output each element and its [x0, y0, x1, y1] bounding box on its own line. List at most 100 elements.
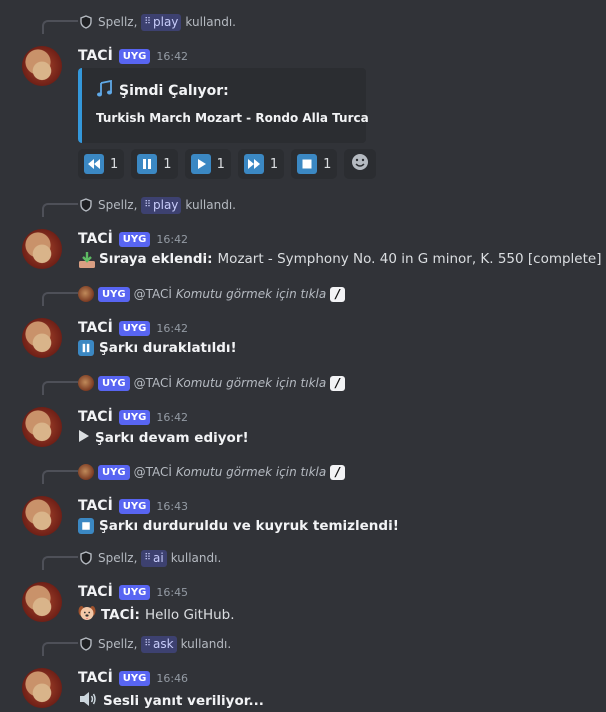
- rewind-icon: [84, 154, 104, 174]
- app-badge: UYG: [118, 498, 151, 514]
- command-reference[interactable]: Spellz, ⠿ play kullandı.: [78, 195, 236, 215]
- status-text: Şarkı durduruldu ve kuyruk temizlendi!: [99, 518, 399, 534]
- app-badge: UYG: [118, 584, 151, 600]
- pause-button[interactable]: 1: [131, 149, 178, 179]
- mention[interactable]: @TACİ: [134, 376, 172, 390]
- slash-command-icon: ⠿: [144, 553, 151, 563]
- add-reaction-button[interactable]: [344, 149, 377, 179]
- rewind-button[interactable]: 1: [78, 149, 125, 179]
- mention[interactable]: @TACİ: [134, 287, 172, 301]
- play-icon: [78, 429, 90, 447]
- command-reference[interactable]: UYG @TACİ Komutu görmek için tıkla /: [78, 284, 346, 304]
- reaction-count: 1: [110, 156, 119, 172]
- app-badge: UYG: [118, 231, 151, 247]
- command-invoker[interactable]: Spellz,: [98, 637, 137, 651]
- status-text: Şarkı devam ediyor!: [95, 430, 249, 446]
- stop-icon: [297, 154, 318, 174]
- username[interactable]: TACİ: [78, 670, 113, 686]
- timestamp[interactable]: 16:43: [156, 500, 188, 513]
- username[interactable]: TACİ: [78, 48, 113, 64]
- reply-connector: [42, 20, 78, 34]
- shield-icon: [78, 197, 94, 213]
- command-name[interactable]: ⠿ ask: [141, 635, 177, 653]
- command-reference[interactable]: Spellz, ⠿ play kullandı.: [78, 12, 236, 32]
- avatar[interactable]: [22, 46, 62, 86]
- avatar[interactable]: [22, 496, 62, 536]
- reply-connector: [42, 470, 78, 484]
- timestamp[interactable]: 16:45: [156, 586, 188, 599]
- avatar[interactable]: [22, 582, 62, 622]
- message-content: Sesli yanıt veriliyor...: [78, 690, 264, 712]
- ai-response: Hello GitHub.: [144, 607, 235, 623]
- username[interactable]: TACİ: [78, 584, 113, 600]
- pause-icon: [78, 340, 94, 356]
- fast-forward-icon: [243, 154, 264, 174]
- slash-command-icon: ⠿: [144, 200, 151, 210]
- music-notes-icon: [96, 79, 114, 102]
- app-badge: UYG: [118, 409, 151, 425]
- message-content: Şarkı devam ediyor!: [78, 429, 249, 447]
- username[interactable]: TACİ: [78, 320, 113, 336]
- timestamp[interactable]: 16:42: [156, 233, 188, 246]
- slash-command-icon: /: [330, 375, 346, 391]
- command-used-text: kullandı.: [180, 637, 232, 651]
- avatar[interactable]: [22, 668, 62, 708]
- app-badge: UYG: [98, 464, 130, 480]
- stop-button[interactable]: 1: [291, 149, 338, 179]
- fast-forward-button[interactable]: 1: [237, 149, 285, 179]
- command-used-text: kullandı.: [185, 15, 236, 29]
- message-content: Şarkı duraklatıldı!: [78, 340, 237, 356]
- timestamp[interactable]: 16:42: [156, 50, 188, 63]
- view-command-hint[interactable]: Komutu görmek için tıkla: [176, 287, 326, 301]
- app-badge: UYG: [118, 320, 151, 336]
- command-invoker[interactable]: Spellz,: [98, 15, 137, 29]
- pause-icon: [137, 154, 158, 174]
- reply-connector: [42, 203, 78, 217]
- message-content: Şarkı durduruldu ve kuyruk temizlendi!: [78, 518, 399, 534]
- status-text: Şarkı duraklatıldı!: [99, 340, 237, 356]
- reaction-count: 1: [163, 156, 172, 172]
- avatar[interactable]: [22, 407, 62, 447]
- app-badge: UYG: [118, 670, 151, 686]
- command-name[interactable]: ⠿ play: [141, 196, 182, 214]
- mini-avatar: [78, 375, 94, 391]
- play-button[interactable]: 1: [184, 149, 231, 179]
- mini-avatar: [78, 464, 94, 480]
- slash-command-icon: /: [330, 464, 346, 480]
- username[interactable]: TACİ: [78, 231, 113, 247]
- command-reference[interactable]: Spellz, ⠿ ask kullandı.: [78, 634, 231, 654]
- command-name[interactable]: ⠿ play: [141, 13, 182, 31]
- username[interactable]: TACİ: [78, 498, 113, 514]
- username[interactable]: TACİ: [78, 409, 113, 425]
- timestamp[interactable]: 16:46: [156, 672, 188, 685]
- view-command-hint[interactable]: Komutu görmek için tıkla: [176, 465, 326, 479]
- command-invoker[interactable]: Spellz,: [98, 198, 137, 212]
- slash-command-icon: ⠿: [144, 17, 151, 27]
- command-reference[interactable]: UYG @TACİ Komutu görmek için tıkla /: [78, 462, 346, 482]
- inbox-tray-icon: [78, 251, 95, 268]
- speaker-label: TACİ:: [101, 607, 140, 623]
- reaction-count: 1: [323, 156, 332, 172]
- timestamp[interactable]: 16:42: [156, 411, 188, 424]
- command-invoker[interactable]: Spellz,: [98, 551, 137, 565]
- reply-connector: [42, 556, 78, 570]
- reaction-count: 1: [216, 156, 225, 172]
- command-reference[interactable]: UYG @TACİ Komutu görmek için tıkla /: [78, 373, 346, 393]
- command-used-text: kullandı.: [170, 551, 222, 565]
- shield-icon: [78, 14, 94, 30]
- reply-connector: [42, 381, 78, 395]
- reply-connector: [42, 642, 78, 656]
- player-controls: 1 1 1 1 1: [78, 149, 377, 179]
- slash-command-icon: /: [330, 286, 346, 302]
- message-content: Sıraya eklendi: Mozart - Symphony No. 40…: [78, 251, 601, 268]
- mention[interactable]: @TACİ: [134, 465, 172, 479]
- view-command-hint[interactable]: Komutu görmek için tıkla: [176, 376, 326, 390]
- now-playing-embed: Şimdi Çalıyor: Turkish March Mozart - Ro…: [78, 68, 369, 143]
- avatar[interactable]: [22, 318, 62, 358]
- command-name[interactable]: ⠿ ai: [141, 549, 167, 567]
- speaker-icon: [78, 690, 98, 712]
- shield-icon: [78, 550, 94, 566]
- command-reference[interactable]: Spellz, ⠿ ai kullandı.: [78, 548, 221, 568]
- timestamp[interactable]: 16:42: [156, 322, 188, 335]
- avatar[interactable]: [22, 229, 62, 269]
